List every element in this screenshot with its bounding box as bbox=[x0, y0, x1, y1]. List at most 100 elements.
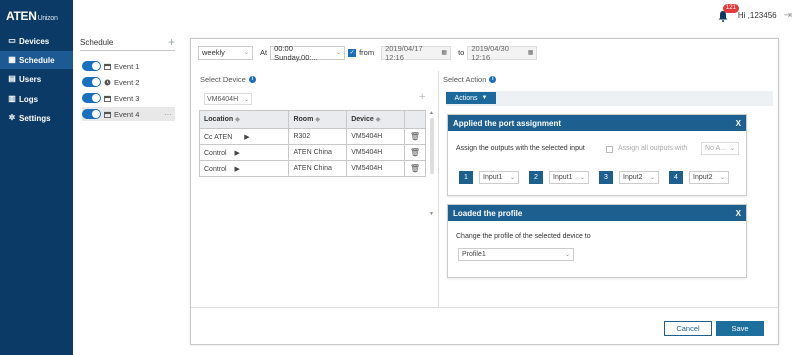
sort-icon: ◆ bbox=[235, 117, 240, 123]
frequency-select[interactable]: weekly ⌄ bbox=[198, 45, 253, 60]
calendar-icon bbox=[104, 95, 111, 102]
port-input-select[interactable]: Input2 ⌄ bbox=[689, 171, 729, 184]
assign-all-label: Assign all outputs with bbox=[618, 145, 688, 152]
save-button[interactable]: Save bbox=[716, 321, 764, 336]
aten-logo: ATENUnizon bbox=[6, 9, 58, 23]
topbar-user: 121 Hi ,123456 ⇥ bbox=[717, 4, 792, 22]
port-number: 3 bbox=[599, 171, 613, 184]
user-greeting: Hi ,123456 bbox=[737, 10, 777, 20]
chevron-down-icon: ⌄ bbox=[243, 50, 249, 56]
port-number: 1 bbox=[459, 171, 473, 184]
calendar-icon bbox=[104, 111, 111, 118]
nav-settings[interactable]: ✲ Settings bbox=[0, 109, 73, 127]
nav-schedule[interactable]: ▦ Schedule bbox=[0, 51, 73, 69]
select-action-label: Select Action i bbox=[443, 75, 497, 84]
section-divider bbox=[438, 71, 439, 307]
scroll-down-icon: ▼ bbox=[429, 211, 434, 217]
schedule-event[interactable]: Event 3 bbox=[82, 91, 175, 105]
device-table: Location ◆ Room ◆ Device ◆ Cc ATEN ▶ R302 V… bbox=[198, 110, 427, 177]
clock-icon bbox=[104, 79, 111, 85]
event-toggle[interactable] bbox=[82, 77, 101, 87]
add-device-button[interactable]: + bbox=[419, 91, 425, 103]
event-toggle[interactable] bbox=[82, 61, 101, 71]
card-header: Applied the port assignment X bbox=[448, 115, 746, 131]
schedule-title: Schedule bbox=[80, 38, 114, 47]
device-model-select[interactable]: VM6404H ⌄ bbox=[204, 93, 252, 105]
nav-users[interactable]: ▤ Users bbox=[0, 70, 73, 88]
schedule-editor: weekly ⌄ At 00:00 Sunday,00:... ⌄ ✓ from 2… bbox=[190, 38, 779, 345]
schedule-event-selected[interactable]: Event 4 ··· bbox=[82, 107, 175, 121]
column-location[interactable]: Location ◆ bbox=[198, 110, 290, 129]
chevron-down-icon: ⌄ bbox=[649, 175, 655, 181]
table-row[interactable]: Control ▶ ATEN China VM5404H 🗑 bbox=[198, 144, 427, 161]
chevron-down-icon: ⌄ bbox=[509, 175, 515, 181]
footer-divider bbox=[191, 307, 778, 308]
timing-row: weekly ⌄ At 00:00 Sunday,00:... ⌄ ✓ from 2… bbox=[198, 44, 538, 62]
table-row[interactable]: Cc ATEN ▶ R302 VM5404H 🗑 bbox=[198, 128, 427, 145]
chevron-down-icon: ⌄ bbox=[243, 96, 249, 103]
trash-icon[interactable]: 🗑 bbox=[410, 148, 420, 157]
chevron-down-icon: ⌄ bbox=[579, 175, 585, 181]
port-number: 2 bbox=[529, 171, 543, 184]
calendar-icon: ▦ bbox=[441, 50, 448, 56]
info-icon: i bbox=[489, 76, 497, 83]
divider bbox=[80, 50, 175, 51]
assign-all-checkbox[interactable] bbox=[606, 146, 613, 153]
cancel-button[interactable]: Cancel bbox=[664, 321, 712, 336]
from-checkbox[interactable]: ✓ bbox=[348, 48, 357, 57]
scroll-up-icon: ▲ bbox=[429, 110, 434, 116]
at-time-select[interactable]: 00:00 Sunday,00:... ⌄ bbox=[270, 44, 346, 62]
select-device-label: Select Device i bbox=[200, 75, 256, 84]
users-icon: ▤ bbox=[8, 74, 16, 83]
event-more-icon[interactable]: ··· bbox=[164, 110, 172, 119]
column-device[interactable]: Device ◆ bbox=[346, 110, 405, 129]
calendar-icon bbox=[104, 63, 111, 70]
port-input-select[interactable]: Input1 ⌄ bbox=[479, 171, 519, 184]
schedule-event[interactable]: Event 2 bbox=[82, 75, 175, 89]
table-scrollbar[interactable]: ▲ ▼ bbox=[429, 110, 435, 217]
trash-icon[interactable]: 🗑 bbox=[410, 164, 420, 173]
notification-badge: 121 bbox=[722, 4, 739, 13]
assign-all-select[interactable]: No A... ⌄ bbox=[701, 142, 739, 155]
notification-bell[interactable]: 121 bbox=[717, 4, 739, 22]
trash-icon[interactable]: 🗑 bbox=[410, 132, 420, 141]
sort-icon: ◆ bbox=[315, 117, 320, 123]
port-number: 4 bbox=[669, 171, 683, 184]
to-label: to bbox=[458, 48, 465, 57]
calendar-icon: ▦ bbox=[527, 50, 534, 56]
devices-icon: ▭ bbox=[8, 36, 16, 45]
sidebar: ATENUnizon ▭ Devices ▦ Schedule ▤ Users ▥ Lo… bbox=[0, 0, 73, 355]
at-label: At bbox=[260, 48, 268, 57]
calendar-icon: ▦ bbox=[8, 55, 16, 64]
assign-outputs-label: Assign the outputs with the selected inp… bbox=[456, 145, 585, 152]
nav-logs[interactable]: ▥ Logs bbox=[0, 90, 73, 108]
close-icon[interactable]: X bbox=[736, 119, 741, 128]
port-input-select[interactable]: Input2 ⌄ bbox=[619, 171, 659, 184]
add-schedule-button[interactable]: + bbox=[168, 35, 175, 49]
caret-down-icon: ▼ bbox=[481, 95, 488, 101]
sort-icon: ◆ bbox=[375, 117, 381, 123]
schedule-event[interactable]: Event 1 bbox=[82, 59, 175, 73]
chevron-down-icon: ⌄ bbox=[336, 50, 342, 56]
actions-dropdown-button[interactable]: Actions ▼ bbox=[446, 92, 496, 104]
event-toggle[interactable] bbox=[82, 93, 101, 103]
nav-devices[interactable]: ▭ Devices bbox=[0, 32, 73, 50]
change-profile-label: Change the profile of the selected devic… bbox=[456, 233, 591, 240]
port-input-select[interactable]: Input1 ⌄ bbox=[549, 171, 589, 184]
from-date-field[interactable]: 2019/04/17 12:16 ▦ bbox=[381, 44, 452, 62]
event-toggle[interactable] bbox=[82, 109, 101, 119]
port-assignment-card: Applied the port assignment X Assign the… bbox=[447, 114, 747, 196]
close-icon[interactable]: X bbox=[736, 209, 741, 218]
profile-select[interactable]: Profile1 ⌄ bbox=[458, 248, 574, 261]
to-date-field[interactable]: 2019/04/30 12:16 ▦ bbox=[467, 44, 538, 62]
schedule-panel: Schedule + Event 1 Event 2 Event 3 Event… bbox=[80, 35, 175, 121]
column-room[interactable]: Room ◆ bbox=[288, 110, 348, 129]
table-row[interactable]: Control ▶ ATEN China VM5404H 🗑 bbox=[198, 160, 427, 177]
logs-icon: ▥ bbox=[8, 94, 16, 103]
chevron-down-icon: ⌄ bbox=[564, 252, 570, 258]
from-label: from bbox=[359, 48, 375, 57]
load-profile-card: Loaded the profile X Change the profile … bbox=[447, 204, 747, 278]
expand-arrow-icon: ▶ bbox=[234, 149, 240, 157]
chevron-down-icon: ⌄ bbox=[719, 175, 725, 181]
logout-icon[interactable]: ⇥ bbox=[784, 10, 792, 21]
